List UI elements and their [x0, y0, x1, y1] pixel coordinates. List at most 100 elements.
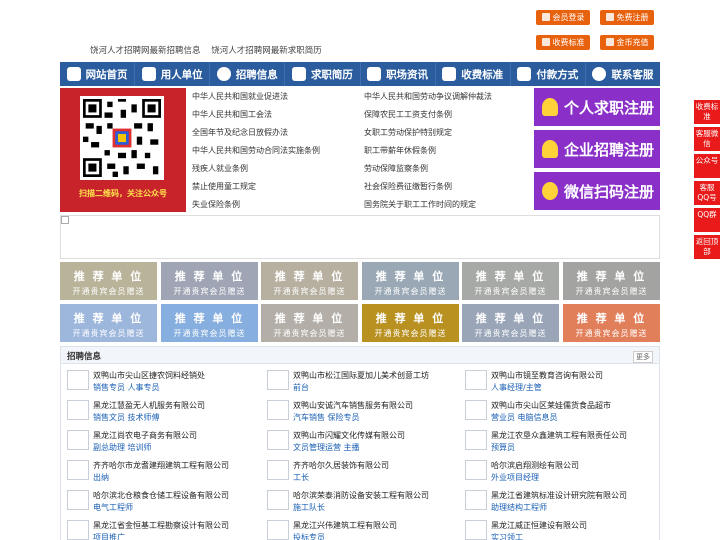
float-qq-service-button[interactable]: 客服QQ号	[694, 181, 720, 205]
job-item[interactable]: 齐齐哈尔市龙耆建翔建筑工程有限公司 出纳	[63, 457, 259, 485]
job-positions[interactable]: 预算员	[491, 442, 515, 453]
wechat-register-button[interactable]: 微信扫码注册	[534, 172, 660, 210]
law-link[interactable]: 残疾人就业条例	[192, 163, 248, 174]
law-link[interactable]: 中华人民共和国就业促进法	[192, 91, 288, 102]
law-link[interactable]: 国务院关于职工工作时间的规定	[364, 199, 476, 210]
law-link[interactable]: 保障农民工工资支付条例	[364, 109, 452, 120]
job-positions[interactable]: 项目推广	[93, 532, 125, 540]
nav-fees[interactable]: 收费标准	[436, 62, 511, 86]
latest-jobs-link[interactable]: 饶河人才招聘网最新招聘信息	[90, 46, 201, 56]
job-positions[interactable]: 销售文员 技术师傅	[93, 412, 160, 423]
law-link[interactable]: 社会保险费征缴暂行条例	[364, 181, 452, 192]
job-item[interactable]: 双鸭山市闪耀文化传媒有限公司 文员管理运营 主播	[263, 427, 459, 455]
job-positions[interactable]: 副总助理 培训师	[93, 442, 152, 453]
law-link[interactable]: 禁止使用童工规定	[192, 181, 256, 192]
promo-tile[interactable]: 推 荐 单 位开通贵宾会员赠送	[362, 304, 459, 342]
recharge-button[interactable]: 金币充值	[600, 35, 654, 50]
banner-ad[interactable]	[60, 215, 660, 259]
job-positions[interactable]: 文员管理运营 主播	[293, 442, 360, 453]
nav-service[interactable]: 联系客服	[586, 62, 660, 86]
job-item[interactable]: 黑龙江省金恒基工程勘察设计有限公司 项目推广	[63, 517, 259, 540]
job-item[interactable]: 双鸭山安诚汽车销售服务有限公司 汽车销售 保险专员	[263, 397, 459, 425]
job-positions[interactable]: 助理结构工程师	[491, 502, 547, 513]
job-item[interactable]: 黑龙江尚农电子商务有限公司 副总助理 培训师	[63, 427, 259, 455]
promo-tile[interactable]: 推 荐 单 位开通贵宾会员赠送	[60, 262, 157, 300]
job-positions[interactable]: 出纳	[93, 472, 109, 483]
law-link[interactable]: 失业保险条例	[192, 199, 240, 210]
job-item[interactable]: 双鸭山市尖山区莱娃儒货食品超市 营业员 电脑信息员	[461, 397, 657, 425]
register-button[interactable]: 免费注册	[600, 10, 654, 25]
company-name[interactable]: 黑龙江慧盈无人机服务有限公司	[93, 400, 205, 411]
company-name[interactable]: 齐齐哈尔久居装饰有限公司	[293, 460, 389, 471]
company-name[interactable]: 双鸭山市闪耀文化传媒有限公司	[293, 430, 405, 441]
company-name[interactable]: 双鸭山市松江国际夏加儿美术创意工坊	[293, 370, 429, 381]
nav-home[interactable]: 网站首页	[60, 62, 136, 86]
promo-tile[interactable]: 推 荐 单 位开通贵宾会员赠送	[261, 262, 358, 300]
job-positions[interactable]: 销售专员 人事专员	[93, 382, 160, 393]
company-name[interactable]: 双鸭山市尖山区莱娃儒货食品超市	[491, 400, 611, 411]
company-name[interactable]: 齐齐哈尔市龙耆建翔建筑工程有限公司	[93, 460, 229, 471]
job-item[interactable]: 哈尔滨北仓粮食仓储工程设备有限公司 电气工程师	[63, 487, 259, 515]
promo-tile[interactable]: 推 荐 单 位开通贵宾会员赠送	[161, 304, 258, 342]
back-to-top-button[interactable]: 返回顶部	[694, 235, 720, 259]
law-link[interactable]: 职工带薪年休假条例	[364, 145, 436, 156]
company-name[interactable]: 黑龙江尚农电子商务有限公司	[93, 430, 197, 441]
company-name[interactable]: 哈尔滨北仓粮食仓储工程设备有限公司	[93, 490, 229, 501]
job-item[interactable]: 黑龙江兴伟建筑工程有限公司 投标专员	[263, 517, 459, 540]
job-positions[interactable]: 投标专员	[293, 532, 325, 540]
job-positions[interactable]: 人事经理/主管	[491, 382, 542, 393]
company-name[interactable]: 双鸭山市尖山区捷农饲料经销处	[93, 370, 205, 381]
latest-resumes-link[interactable]: 饶河人才招聘网最新求职简历	[211, 46, 322, 56]
job-positions[interactable]: 前台	[293, 382, 309, 393]
nav-jobs[interactable]: 招聘信息	[210, 62, 286, 86]
company-name[interactable]: 双鸭山市镜至教育咨询有限公司	[491, 370, 603, 381]
promo-tile[interactable]: 推 荐 单 位开通贵宾会员赠送	[563, 262, 660, 300]
job-positions[interactable]: 汽车销售 保险专员	[293, 412, 360, 423]
login-button[interactable]: 会员登录	[536, 10, 590, 25]
promo-tile[interactable]: 推 荐 单 位开通贵宾会员赠送	[462, 262, 559, 300]
law-link[interactable]: 中华人民共和国工会法	[192, 109, 272, 120]
promo-tile[interactable]: 推 荐 单 位开通贵宾会员赠送	[462, 304, 559, 342]
promo-tile[interactable]: 推 荐 单 位开通贵宾会员赠送	[563, 304, 660, 342]
job-item[interactable]: 双鸭山市尖山区捷农饲料经销处 销售专员 人事专员	[63, 367, 259, 395]
promo-tile[interactable]: 推 荐 单 位开通贵宾会员赠送	[261, 304, 358, 342]
job-item[interactable]: 双鸭山市松江国际夏加儿美术创意工坊 前台	[263, 367, 459, 395]
job-positions[interactable]: 施工队长	[293, 502, 325, 513]
job-item[interactable]: 哈尔滨启翔测绘有限公司 外业项目经理	[461, 457, 657, 485]
nav-news[interactable]: 职场资讯	[361, 62, 436, 86]
law-link[interactable]: 女职工劳动保护特别规定	[364, 127, 452, 138]
company-name[interactable]: 黑龙江威正恒建设有限公司	[491, 520, 587, 531]
job-positions[interactable]: 实习领工	[491, 532, 523, 540]
company-name[interactable]: 黑龙江省建筑标准设计研究院有限公司	[491, 490, 627, 501]
float-pricing-button[interactable]: 收费标准	[694, 100, 720, 124]
company-register-button[interactable]: 企业招聘注册	[534, 130, 660, 168]
job-positions[interactable]: 工长	[293, 472, 309, 483]
job-item[interactable]: 黑龙江农垦众鑫建筑工程有限责任公司 预算员	[461, 427, 657, 455]
job-positions[interactable]: 电气工程师	[93, 502, 133, 513]
company-name[interactable]: 黑龙江农垦众鑫建筑工程有限责任公司	[491, 430, 627, 441]
company-name[interactable]: 黑龙江省金恒基工程勘察设计有限公司	[93, 520, 229, 531]
nav-payment[interactable]: 付款方式	[511, 62, 586, 86]
promo-tile[interactable]: 推 荐 单 位开通贵宾会员赠送	[362, 262, 459, 300]
job-positions[interactable]: 营业员 电脑信息员	[491, 412, 558, 423]
job-item[interactable]: 黑龙江省建筑标准设计研究院有限公司 助理结构工程师	[461, 487, 657, 515]
job-item[interactable]: 哈尔滨荣泰消防设备安装工程有限公司 施工队长	[263, 487, 459, 515]
jobseeker-register-button[interactable]: 个人求职注册	[534, 88, 660, 126]
job-item[interactable]: 齐齐哈尔久居装饰有限公司 工长	[263, 457, 459, 485]
job-item[interactable]: 黑龙江慧盈无人机服务有限公司 销售文员 技术师傅	[63, 397, 259, 425]
company-name[interactable]: 哈尔滨启翔测绘有限公司	[491, 460, 579, 471]
company-name[interactable]: 黑龙江兴伟建筑工程有限公司	[293, 520, 397, 531]
promo-tile[interactable]: 推 荐 单 位开通贵宾会员赠送	[60, 304, 157, 342]
job-positions[interactable]: 外业项目经理	[491, 472, 539, 483]
float-qq-group-button[interactable]: QQ群	[694, 208, 720, 232]
law-link[interactable]: 中华人民共和国劳动争议调解仲裁法	[364, 91, 492, 102]
pricing-button[interactable]: 收费标准	[536, 35, 590, 50]
job-item[interactable]: 双鸭山市镜至教育咨询有限公司 人事经理/主管	[461, 367, 657, 395]
law-link[interactable]: 全国年节及纪念日放假办法	[192, 127, 288, 138]
company-name[interactable]: 双鸭山安诚汽车销售服务有限公司	[293, 400, 413, 411]
nav-resumes[interactable]: 求职简历	[285, 62, 361, 86]
float-official-account-button[interactable]: 公众号	[694, 154, 720, 178]
nav-employers[interactable]: 用人单位	[135, 62, 211, 86]
promo-tile[interactable]: 推 荐 单 位开通贵宾会员赠送	[161, 262, 258, 300]
law-link[interactable]: 中华人民共和国劳动合同法实施条例	[192, 145, 320, 156]
